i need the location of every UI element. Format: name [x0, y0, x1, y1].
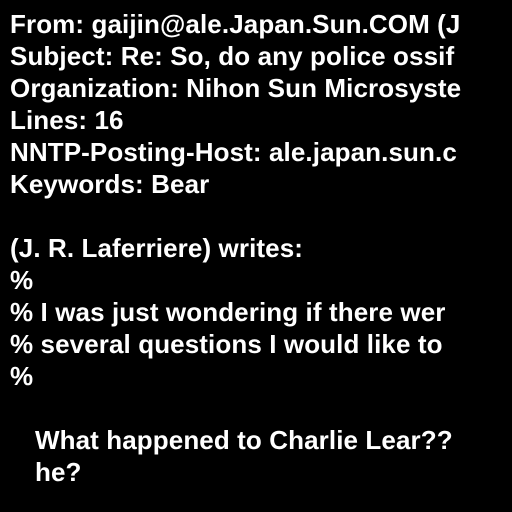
header-keywords: Keywords: Bear	[10, 169, 210, 199]
header-organization: Organization: Nihon Sun Microsyste	[10, 73, 462, 103]
quote-line: % I was just wondering if there wer	[10, 297, 446, 327]
news-article: From: gaijin@ale.Japan.Sun.COM (J Subjec…	[0, 0, 512, 512]
quote-line: %	[10, 265, 34, 295]
header-lines: Lines: 16	[10, 105, 124, 135]
reply-line: he?	[35, 457, 82, 487]
header-from: From: gaijin@ale.Japan.Sun.COM (J	[10, 9, 461, 39]
header-nntp-host: NNTP-Posting-Host: ale.japan.sun.c	[10, 137, 457, 167]
attribution-line: (J. R. Laferriere) writes:	[10, 233, 304, 263]
reply-line: What happened to Charlie Lear??	[35, 425, 453, 455]
quote-line: % several questions I would like to	[10, 329, 443, 359]
header-subject: Subject: Re: So, do any police ossif	[10, 41, 455, 71]
quote-line: %	[10, 361, 34, 391]
